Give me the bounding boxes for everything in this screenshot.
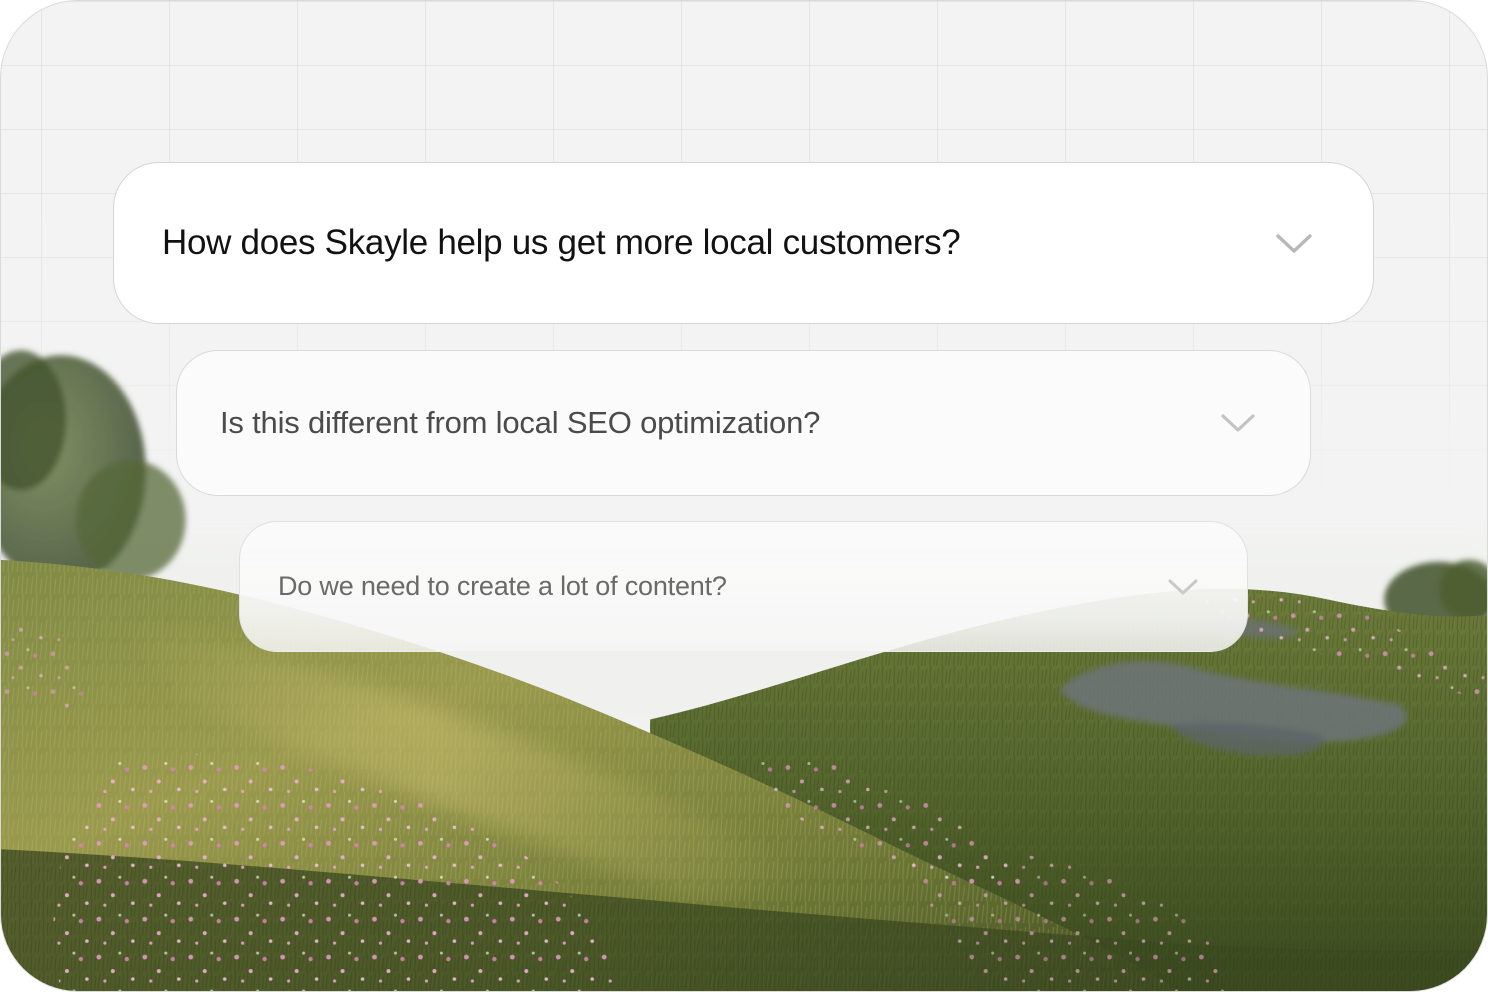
faq-item-2[interactable]: Is this different from local SEO optimiz… xyxy=(176,350,1311,496)
chevron-down-icon[interactable] xyxy=(1167,577,1199,597)
chevron-down-icon[interactable] xyxy=(1275,231,1313,255)
faq-item-3[interactable]: Do we need to create a lot of content? xyxy=(239,521,1248,652)
faq-item-1[interactable]: How does Skayle help us get more local c… xyxy=(113,162,1374,324)
meadow-landscape-image xyxy=(1,1,1487,991)
faq-question: Is this different from local SEO optimiz… xyxy=(220,405,821,440)
chevron-down-icon[interactable] xyxy=(1220,412,1256,434)
faq-question: Do we need to create a lot of content? xyxy=(278,571,727,601)
faq-showcase-frame: Do we need to create a lot of content? I… xyxy=(0,0,1488,992)
faq-question: How does Skayle help us get more local c… xyxy=(162,223,961,262)
